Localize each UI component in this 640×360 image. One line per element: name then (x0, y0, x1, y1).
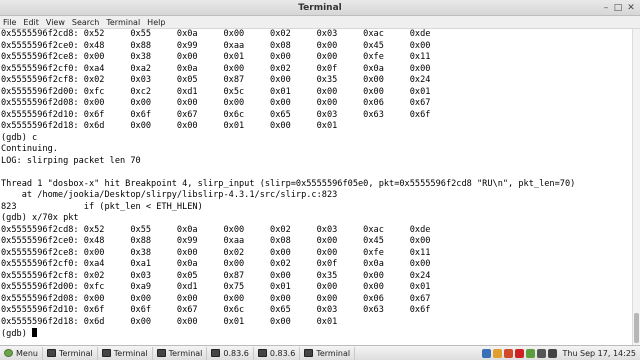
app-window-icon (257, 349, 267, 357)
taskbar-item-terminal[interactable]: Terminal (153, 346, 208, 360)
terminal-prompt-line[interactable]: (gdb) (1, 328, 632, 340)
terminal-line: 0x5555596f2d10: 0x6f 0x6f 0x67 0x6c 0x65… (1, 109, 431, 120)
terminal-line: 0x5555596f2cd8: 0x52 0x55 0x0a 0x00 0x02… (1, 29, 431, 39)
taskbar-item-app[interactable]: 0.83.6 (207, 346, 254, 360)
window-titlebar: Terminal – □ ✕ (0, 0, 640, 16)
terminal-line: at /home/jookia/Desktop/slirpy/libslirp-… (1, 190, 338, 200)
terminal-line: 0x5555596f2cf8: 0x02 0x03 0x05 0x87 0x00… (1, 270, 431, 281)
minimize-button[interactable]: – (600, 2, 612, 14)
network-icon[interactable] (482, 348, 492, 358)
terminal-line: 0x5555596f2ce8: 0x00 0x38 0x00 0x01 0x00… (1, 52, 431, 62)
terminal-line: 0x5555596f2d00: 0xfc 0xc2 0xd1 0x5c 0x01… (1, 86, 431, 97)
system-tray: Thu Sep 17, 14:25 (481, 347, 640, 360)
taskbar-item-terminal[interactable]: Terminal (43, 346, 98, 360)
taskbar-item-app[interactable]: 0.83.6 (254, 346, 301, 360)
terminal-line: 0x5555596f2d10: 0x6f 0x6f 0x67 0x6c 0x65… (1, 305, 431, 315)
terminal-line: Thread 1 "dosbox-x" hit Breakpoint 4, sl… (1, 178, 576, 189)
gdb-prompt: (gdb) (1, 329, 33, 339)
terminal-line: 0x5555596f2d08: 0x00 0x00 0x00 0x00 0x00… (1, 98, 431, 108)
start-menu-button[interactable]: Menu (0, 346, 43, 360)
app-window-icon (211, 349, 221, 357)
menu-icon (4, 349, 13, 357)
terminal-line: Continuing. (1, 144, 58, 154)
taskbar-item-label: Terminal (58, 348, 93, 358)
window-title: Terminal (298, 2, 342, 13)
maximize-button[interactable]: □ (612, 2, 624, 14)
taskbar: Menu Terminal Terminal Terminal 0.83.6 0… (0, 345, 640, 360)
terminal-line: 0x5555596f2ce8: 0x00 0x38 0x00 0x02 0x00… (1, 247, 431, 258)
volume-icon[interactable] (537, 348, 547, 358)
menu-edit[interactable]: Edit (23, 18, 39, 27)
terminal-line: 0x5555596f2d18: 0x6d 0x00 0x00 0x01 0x00… (1, 316, 338, 327)
terminal-icon (46, 349, 56, 357)
scrollbar-thumb[interactable] (634, 313, 639, 343)
terminal-line: 0x5555596f2cf0: 0xa4 0xa2 0x0a 0x00 0x02… (1, 63, 431, 74)
record-icon[interactable] (515, 348, 525, 358)
clock[interactable]: Thu Sep 17, 14:25 (558, 349, 640, 358)
taskbar-item-label: 0.83.6 (269, 348, 296, 358)
terminal-line: 0x5555596f2d00: 0xfc 0xa9 0xd1 0x75 0x01… (1, 282, 431, 292)
update-icon[interactable] (493, 348, 503, 358)
terminal-output[interactable]: 0x5555596f2cd8: 0x52 0x55 0x0a 0x00 0x02… (0, 29, 632, 345)
terminal-line: (gdb) c (1, 132, 38, 143)
menu-file[interactable]: File (3, 18, 16, 27)
menu-view[interactable]: View (46, 18, 65, 27)
menu-help[interactable]: Help (147, 18, 165, 27)
terminal-line: 823 if (pkt_len < ETH_HLEN) (1, 201, 203, 212)
terminal-line: (gdb) x/70x pkt (1, 213, 79, 223)
menu-search[interactable]: Search (72, 18, 99, 27)
chat-icon[interactable] (526, 348, 536, 358)
menu-bar: File Edit View Search Terminal Help (0, 16, 640, 29)
close-button[interactable]: ✕ (625, 2, 637, 14)
terminal-line: 0x5555596f2cf0: 0xa4 0xa1 0x0a 0x00 0x02… (1, 259, 431, 269)
taskbar-item-label: Terminal (168, 348, 203, 358)
taskbar-item-label: 0.83.6 (223, 348, 249, 358)
taskbar-item-label: Terminal (316, 348, 351, 358)
terminal-line: 0x5555596f2cd8: 0x52 0x55 0x0a 0x00 0x02… (1, 224, 431, 235)
taskbar-item-terminal[interactable]: Terminal (300, 346, 356, 360)
terminal-icon (304, 349, 314, 357)
battery-icon[interactable] (548, 348, 558, 358)
terminal-line: 0x5555596f2d18: 0x6d 0x00 0x00 0x01 0x00… (1, 121, 338, 131)
taskbar-item-terminal[interactable]: Terminal (98, 346, 153, 360)
terminal-line: 0x5555596f2d08: 0x00 0x00 0x00 0x00 0x00… (1, 293, 431, 304)
terminal-line: 0x5555596f2ce0: 0x48 0x88 0x99 0xaa 0x08… (1, 40, 431, 51)
files-icon[interactable] (504, 348, 514, 358)
terminal-scrollbar[interactable] (632, 29, 640, 345)
text-cursor (32, 328, 38, 337)
terminal-line: LOG: slirping packet len 70 (1, 155, 141, 166)
taskbar-item-label: Terminal (113, 348, 148, 358)
terminal-icon (156, 349, 166, 357)
menu-terminal[interactable]: Terminal (106, 18, 140, 27)
terminal-line: 0x5555596f2ce0: 0x48 0x88 0x99 0xaa 0x08… (1, 236, 431, 246)
terminal-line: 0x5555596f2cf8: 0x02 0x03 0x05 0x87 0x00… (1, 75, 431, 85)
start-menu-label: Menu (16, 348, 38, 358)
terminal-icon (101, 349, 111, 357)
